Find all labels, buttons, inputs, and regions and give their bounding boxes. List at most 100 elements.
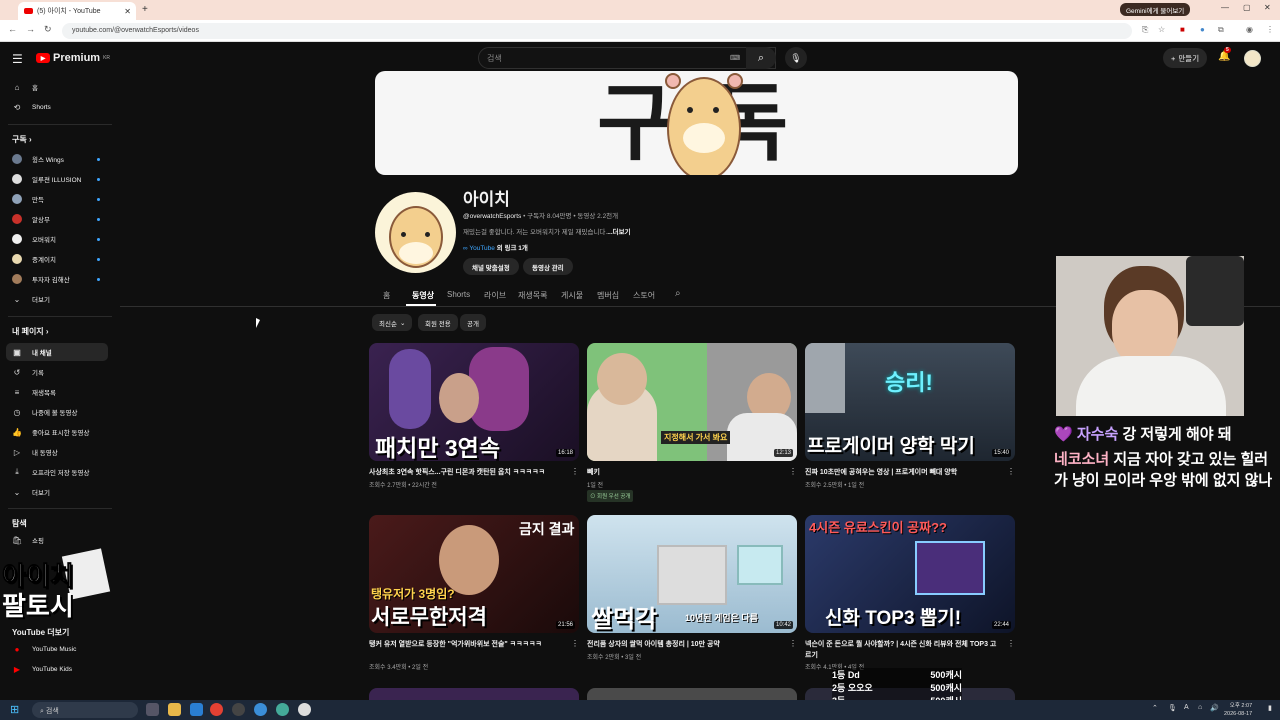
forward-icon[interactable]: → [26,24,35,34]
extensions-puzzle-icon[interactable]: ⧉ [1218,25,1224,35]
maximize-icon[interactable]: ▢ [1243,3,1251,12]
more-actions-icon[interactable]: ⋮ [1007,639,1015,648]
install-icon[interactable]: ⎘ [1142,25,1148,35]
reload-icon[interactable]: ↻ [44,24,52,35]
subscriptions-header[interactable]: 구독 › [12,134,32,145]
volume-icon[interactable]: 🔊 [1210,704,1219,712]
sidebar-show-more[interactable]: ⌄ 더보기 [6,290,108,308]
sidebar-item-my-channel[interactable]: ▣ 내 채널 [6,343,108,361]
task-view-icon[interactable] [146,703,159,716]
notifications-bell-icon[interactable]: 🔔 5 [1218,47,1231,62]
sidebar-item-downloads[interactable]: ⤓ 오프라인 저장 동영상 [6,463,108,481]
new-tab-icon[interactable]: + [142,4,148,15]
public-chip[interactable]: 공개 [460,314,486,331]
sidebar-item-playlists[interactable]: ≡ 재생목록 [6,383,108,401]
sidebar-sub-item[interactable]: 중계이치 [6,250,108,268]
members-only-chip[interactable]: 회원 전용 [418,314,458,331]
voice-search-button[interactable]: 🎙 [785,47,807,69]
tray-chevron-icon[interactable]: ⌃ [1152,704,1158,712]
sidebar-item-shopping[interactable]: 🛍 쇼핑 [6,531,108,549]
browser-menu-icon[interactable]: ⋮ [1266,25,1274,34]
sidebar-item-home[interactable]: ⌂ 홈 [6,78,108,96]
bookmark-star-icon[interactable]: ☆ [1158,25,1165,34]
create-button[interactable]: + 만들기 [1163,48,1208,68]
video-thumbnail[interactable] [587,688,797,700]
video-title[interactable]: 진짜 10초만에 공혀우는 영상 | 프로게이머 빼대 양학 [805,467,1001,478]
sidebar-sub-item[interactable]: 일루젼 ILLUSION [6,170,108,188]
tab-videos[interactable]: 동영상 [412,290,434,301]
sidebar-item-watch-later[interactable]: ◷ 나중에 볼 동영상 [6,403,108,421]
app-icon[interactable] [276,703,289,716]
close-tab-icon[interactable]: ✕ [124,7,131,16]
obs-icon[interactable] [232,703,245,716]
sidebar-sub-item[interactable]: 투자자 김해산 [6,270,108,288]
video-title[interactable]: 사상최초 3연속 핫픽스...구린 디몬과 캣탄된 옵치 ㅋㅋㅋㅋㅋ [369,467,565,478]
channel-links[interactable]: ∞ YouTube 외 링크 1개 [463,242,528,252]
tab-store[interactable]: 스토어 [633,290,655,301]
sidebar-sub-item[interactable]: 윙스 Wings [6,150,108,168]
taskbar-search[interactable]: ⌕ 검색 [32,702,138,718]
account-avatar[interactable] [1244,50,1261,67]
channel-search-icon[interactable]: ⌕ [675,288,681,299]
channel-avatar[interactable] [375,192,456,273]
you-header[interactable]: 내 페이지 › [12,326,49,337]
notification-center-icon[interactable]: ▮ [1268,704,1272,712]
file-explorer-icon[interactable] [168,703,181,716]
tab-posts[interactable]: 게시물 [561,290,583,301]
tab-playlists[interactable]: 재생목록 [518,290,547,301]
more-actions-icon[interactable]: ⋮ [571,467,579,476]
sidebar-item-yt-kids[interactable]: ▶ YouTube Kids [6,660,108,678]
video-title[interactable]: 빼키 [587,467,783,478]
video-thumbnail[interactable]: 지정해서 가서 봐요 12:13 [587,343,797,461]
video-thumbnail[interactable]: 승리! 프로게이머 양학 막기 15:40 [805,343,1015,461]
tab-shorts[interactable]: Shorts [447,290,470,299]
system-clock[interactable]: 오후 2:07 2026-08-17 [1224,702,1252,718]
windows-start-icon[interactable]: ⊞ [10,703,19,716]
more-actions-icon[interactable]: ⋮ [571,639,579,648]
extension-icon[interactable]: ■ [1180,25,1185,34]
tab-home[interactable]: 홈 [383,290,390,301]
sidebar-sub-item[interactable]: 오버워치 [6,230,108,248]
more-actions-icon[interactable]: ⋮ [789,467,797,476]
chrome-icon[interactable] [210,703,223,716]
close-window-icon[interactable]: ✕ [1264,3,1271,12]
app-icon[interactable] [190,703,203,716]
video-title[interactable]: 전리품 상자의 쌀먹 아이템 총정리 | 10만 공약 [587,639,783,650]
tab-live[interactable]: 라이브 [484,290,506,301]
description-more[interactable]: ...더보기 [607,229,630,236]
video-thumbnail[interactable]: 4시즌 유료스킨이 공짜?? 신화 TOP3 뽑기! 22:44 [805,515,1015,633]
video-title[interactable]: 넥슨이 준 돈으로 뭘 사야할까? | 4시즌 신화 리뷰와 전체 TOP3 고… [805,639,1001,661]
manage-videos-button[interactable]: 동영상 관리 [523,258,573,275]
sort-latest-chip[interactable]: 최신순 ⌄ [372,314,413,331]
back-icon[interactable]: ← [8,24,17,34]
minimize-icon[interactable]: — [1221,3,1229,12]
video-title[interactable]: 탱커 유저 열받으로 등장한 "억가위바위보 전술" ㅋㅋㅋㅋㅋ [369,639,565,650]
network-icon[interactable]: ⌂ [1198,704,1202,711]
youtube-logo[interactable]: ▶ Premium KR [36,52,110,64]
customize-channel-button[interactable]: 채널 맞춤설정 [463,258,519,275]
overwatch-icon[interactable] [298,703,311,716]
tab-membership[interactable]: 멤버십 [597,290,619,301]
extension-icon[interactable]: ● [1200,25,1205,34]
profile-icon[interactable]: ◉ [1246,25,1253,34]
search-button[interactable]: ⌕ [746,47,776,69]
channel-description[interactable]: 재밌는걸 좋합니다. 저는 오버워치가 제일 재밌습니다....더보기 [463,226,631,236]
app-icon[interactable] [254,703,267,716]
url-field[interactable]: youtube.com/@overwatchEsports/videos [62,23,1132,39]
sidebar-show-more[interactable]: ⌄ 더보기 [6,483,108,501]
gemini-button[interactable]: Gemini에게 물어보기 [1120,3,1191,16]
video-thumbnail[interactable]: 패치만 3연속 16:18 [369,343,579,461]
more-actions-icon[interactable]: ⋮ [1007,467,1015,476]
sidebar-item-liked[interactable]: 👍 좋아요 표시한 동영상 [6,423,108,441]
browser-tab[interactable]: (5) 아이치 - YouTube ✕ [18,2,136,20]
sidebar-sub-item[interactable]: 알상무 [6,210,108,228]
sidebar-item-shorts[interactable]: ⟲ Shorts [6,98,108,116]
sidebar-sub-item[interactable]: 만득 [6,190,108,208]
video-thumbnail[interactable] [369,688,579,700]
video-thumbnail[interactable]: 금지 결과 탱유저가 3명임? 서로무한저격 21:56 [369,515,579,633]
sidebar-item-my-videos[interactable]: ▷ 내 동영상 [6,443,108,461]
sidebar-item-yt-music[interactable]: ● YouTube Music [6,640,108,658]
language-icon[interactable]: A [1184,704,1189,711]
mic-tray-icon[interactable]: 🎙 [1168,704,1177,712]
more-actions-icon[interactable]: ⋮ [789,639,797,648]
